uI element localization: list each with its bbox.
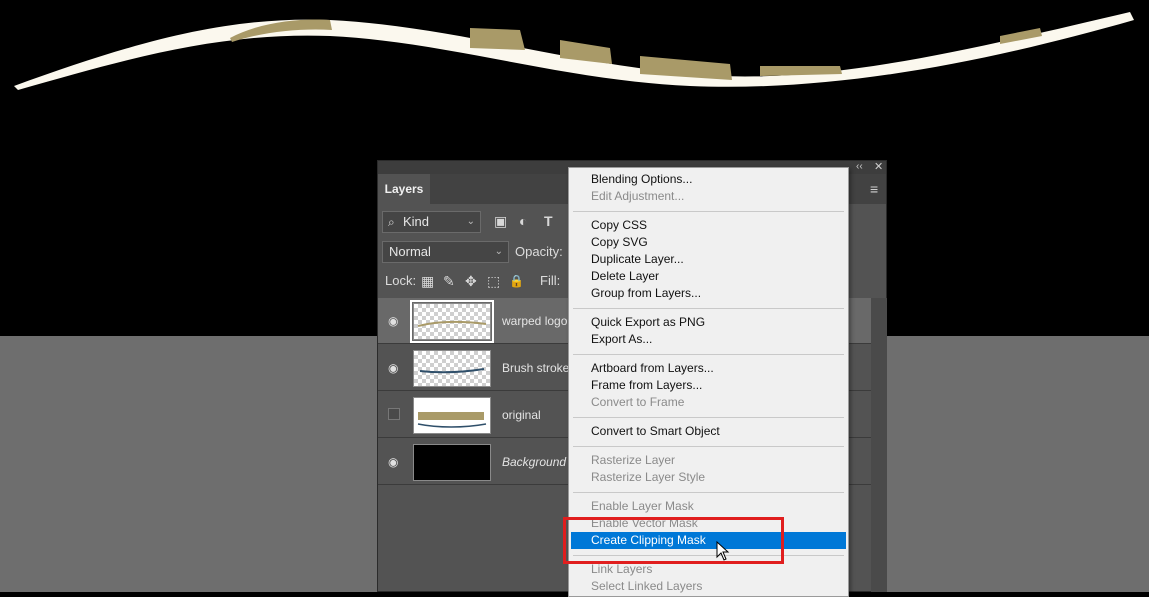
warped-logo-artwork (14, 12, 1134, 90)
layer-thumbnail[interactable] (413, 444, 491, 481)
layers-scrollbar[interactable] (871, 298, 887, 592)
menu-separator (573, 211, 844, 212)
menu-item-artboard-from-layers[interactable]: Artboard from Layers... (571, 360, 846, 377)
menu-item-convert-to-smart-object[interactable]: Convert to Smart Object (571, 423, 846, 440)
brush-stroke-thumbnail-art (419, 368, 485, 374)
annotation-highlight-box (563, 517, 784, 564)
mouse-cursor-icon (716, 541, 730, 561)
menu-separator (573, 308, 844, 309)
panel-menu-icon[interactable]: ≡ (870, 181, 878, 197)
menu-item-copy-css[interactable]: Copy CSS (571, 217, 846, 234)
eye-icon[interactable]: ◉ (388, 314, 402, 328)
move-icon[interactable]: ✥ (465, 271, 477, 291)
menu-item-select-linked-layers: Select Linked Layers (591, 579, 703, 593)
adjustment-icon[interactable]: ◐ (519, 211, 527, 231)
search-icon: ⌕ (388, 215, 395, 229)
blend-mode-value: Normal (389, 244, 431, 259)
chevron-down-icon: ⌄ (466, 216, 475, 227)
lock-icon[interactable]: 🔒 (509, 271, 524, 291)
layer-thumbnail[interactable] (413, 397, 491, 434)
menu-item-quick-export-png[interactable]: Quick Export as PNG (571, 314, 846, 331)
lock-label: Lock: (385, 273, 417, 288)
fill-label: Fill: (540, 273, 561, 288)
menu-item-copy-svg[interactable]: Copy SVG (571, 234, 846, 251)
eye-icon[interactable]: ◉ (388, 455, 402, 469)
warped-logo-thumbnail-art (417, 320, 487, 327)
type-icon[interactable]: T (544, 211, 553, 231)
menu-item-export-as[interactable]: Export As... (571, 331, 846, 348)
image-icon[interactable]: ▣ (494, 211, 507, 231)
original-thumbnail-art (417, 412, 487, 428)
chevron-down-icon: ⌄ (494, 246, 503, 257)
opacity-label: Opacity: (515, 244, 563, 259)
layer-name[interactable]: original (502, 405, 541, 425)
visibility-toggle-off[interactable] (388, 408, 400, 420)
menu-item-rasterize-layer: Rasterize Layer (591, 453, 676, 467)
menu-separator (573, 417, 844, 418)
menu-item-edit-adjustment: Edit Adjustment... (591, 189, 685, 203)
menu-item-group-from-layers[interactable]: Group from Layers... (571, 285, 846, 302)
menu-item-convert-to-frame: Convert to Frame (591, 395, 685, 409)
eye-icon[interactable]: ◉ (388, 361, 402, 375)
menu-item-blending-options[interactable]: Blending Options... (571, 171, 846, 188)
menu-item-delete-layer[interactable]: Delete Layer (571, 268, 846, 285)
close-icon[interactable]: ✕ (874, 161, 883, 173)
menu-separator (573, 492, 844, 493)
layer-name[interactable]: warped logo (502, 311, 567, 331)
layer-name[interactable]: Background (502, 452, 566, 472)
menu-separator (573, 354, 844, 355)
menu-item-rasterize-layer-style: Rasterize Layer Style (591, 470, 706, 484)
layer-thumbnail[interactable] (413, 350, 491, 387)
collapse-icon[interactable]: ‹‹ (856, 162, 863, 172)
tab-layers[interactable]: Layers (378, 174, 430, 204)
checker-icon[interactable]: ▦ (421, 271, 434, 291)
layer-name[interactable]: Brush stroke (502, 358, 569, 378)
menu-item-frame-from-layers[interactable]: Frame from Layers... (571, 377, 846, 394)
brush-icon[interactable]: ✎ (443, 271, 455, 291)
filter-kind-value: Kind (403, 214, 430, 229)
filter-kind-dropdown[interactable]: ⌕ Kind ⌄ (382, 211, 481, 233)
artboard-icon[interactable]: ⬚ (487, 271, 500, 291)
menu-item-duplicate-layer[interactable]: Duplicate Layer... (571, 251, 846, 268)
layer-thumbnail[interactable] (410, 300, 494, 343)
menu-separator (573, 446, 844, 447)
menu-item-enable-layer-mask: Enable Layer Mask (591, 499, 694, 513)
blend-mode-dropdown[interactable]: Normal ⌄ (382, 241, 509, 263)
